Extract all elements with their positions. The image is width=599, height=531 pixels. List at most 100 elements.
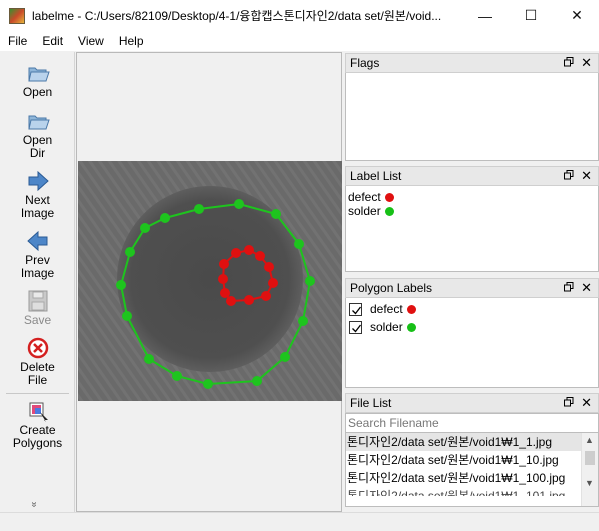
xray-image[interactable] [78,161,342,401]
close-dock-icon[interactable]: ✕ [581,395,592,411]
folder-open-icon [27,67,50,82]
defect-vertex[interactable] [264,262,274,272]
polygon-item-defect[interactable]: defect [346,300,598,318]
next-image-label-1: Next [25,193,50,207]
polygon-label-text: defect [370,302,403,316]
next-image-label-2: Image [20,206,55,220]
maximize-button[interactable]: ☐ [508,0,554,31]
flags-list[interactable] [345,73,599,161]
solder-vertex[interactable] [298,316,308,326]
prev-image-label-2: Image [20,266,55,280]
solder-vertex[interactable] [203,379,213,389]
polygon-label-text: solder [370,320,403,334]
defect-vertex[interactable] [218,274,228,284]
menu-help[interactable]: Help [111,31,151,51]
menu-edit[interactable]: Edit [34,31,70,51]
solder-vertex[interactable] [194,204,204,214]
delete-file-label-2: File [27,373,48,387]
next-image-button[interactable]: Next Image [0,170,75,220]
flags-dock-title: Flags ✕ [345,53,599,73]
checkmark-icon [352,324,362,332]
solder-vertex[interactable] [234,199,244,209]
minimize-button[interactable]: — [462,0,508,31]
defect-vertex[interactable] [261,291,271,301]
float-dock-icon[interactable] [564,282,574,292]
labelme-app-icon [9,7,25,24]
file-list-item[interactable]: 톤디자인2/data set/원본/void1₩1_100.jpg [346,469,582,487]
file-list-scrollbar[interactable]: ▲ ▼ [581,433,598,506]
file-list-dock-title: File List ✕ [345,393,599,413]
menu-file[interactable]: File [0,31,34,51]
search-filename-input[interactable]: Search Filename [345,413,599,433]
file-list-item[interactable]: 톤디자인2/data set/원본/void1₩1_1.jpg [346,433,582,451]
scroll-up-icon[interactable]: ▲ [585,435,594,445]
solder-vertex[interactable] [271,209,281,219]
close-dock-icon[interactable]: ✕ [581,55,592,71]
status-bar [0,512,599,531]
label-item-solder[interactable]: solder [346,204,598,218]
arrow-right-icon [28,170,49,192]
polygon-labels-dock: Polygon Labels ✕ defect solder [345,278,599,388]
float-dock-icon[interactable] [564,170,574,180]
solder-vertex[interactable] [160,213,170,223]
label-list[interactable]: defect solder [345,186,599,272]
prev-image-button[interactable]: Prev Image [0,230,75,280]
solder-vertex[interactable] [172,371,182,381]
labelme-window: labelme - C:/Users/82109/Desktop/4-1/융합캡… [0,0,599,531]
solder-vertex[interactable] [116,280,126,290]
solder-vertex[interactable] [294,239,304,249]
save-button[interactable]: Save [0,290,75,327]
open-dir-button[interactable]: Open Dir [0,110,75,160]
solder-vertex[interactable] [122,311,132,321]
solder-vertex[interactable] [144,354,154,364]
file-list-dock: File List ✕ Search Filename 톤디자인2/data s… [345,393,599,507]
open-button[interactable]: Open [0,62,75,99]
defect-vertex[interactable] [268,278,278,288]
delete-file-label-1: Delete [20,360,55,374]
prev-image-label-1: Prev [25,253,50,267]
defect-vertex[interactable] [220,288,230,298]
solder-vertex[interactable] [280,352,290,362]
title-bar: labelme - C:/Users/82109/Desktop/4-1/융합캡… [0,0,599,31]
label-item-defect[interactable]: defect [346,190,598,204]
defect-vertex[interactable] [244,295,254,305]
close-dock-icon[interactable]: ✕ [581,280,592,296]
float-dock-icon[interactable] [564,57,574,67]
close-dock-icon[interactable]: ✕ [581,168,592,184]
visibility-checkbox[interactable] [349,302,362,316]
polygon-labels-list[interactable]: defect solder [345,298,599,388]
toolbar-overflow-icon[interactable]: » [28,502,39,508]
defect-vertex[interactable] [219,259,229,269]
create-polygons-button[interactable]: Create Polygons [0,400,75,450]
float-dock-icon[interactable] [564,397,574,407]
close-button[interactable]: ✕ [554,0,599,31]
defect-vertex[interactable] [244,245,254,255]
flags-dock: Flags ✕ [345,53,599,161]
scrollbar-thumb[interactable] [585,451,595,465]
solder-vertex[interactable] [140,223,150,233]
file-list[interactable]: 톤디자인2/data set/원본/void1₩1_1.jpg 톤디자인2/da… [345,433,599,507]
polygon-item-solder[interactable]: solder [346,318,598,336]
visibility-checkbox[interactable] [349,320,362,334]
solder-vertex[interactable] [252,376,262,386]
delete-file-button[interactable]: Delete File [0,337,75,387]
canvas-area[interactable] [76,52,342,512]
scroll-down-icon[interactable]: ▼ [585,478,594,488]
flags-title: Flags [350,56,380,70]
defect-vertex[interactable] [255,251,265,261]
menu-bar: File Edit View Help [0,31,599,51]
file-list-item[interactable]: 톤디자인2/data set/원본/void1₩1_10.jpg [346,451,582,469]
toolbar-separator [6,393,69,394]
defect-vertex[interactable] [226,296,236,306]
menu-view[interactable]: View [70,31,111,51]
label-text: defect [348,190,381,204]
create-polygons-label-1: Create [19,423,56,437]
solder-vertex[interactable] [125,247,135,257]
label-list-title: Label List [350,169,402,183]
label-color-dot [406,304,416,314]
label-color-dot [384,192,394,202]
solder-vertex[interactable] [305,276,315,286]
file-list-item[interactable]: 톤디자인2/data set/원본/void1₩1_101.jpg [346,487,582,496]
defect-vertex[interactable] [231,248,241,258]
create-polygons-label-2: Polygons [12,436,63,450]
